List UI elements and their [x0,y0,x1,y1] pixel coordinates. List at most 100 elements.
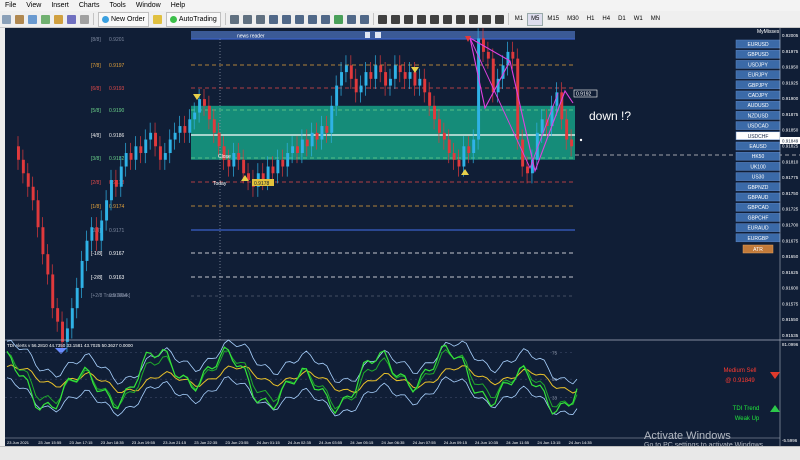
chart-shift-icon[interactable] [307,14,317,24]
fib-price-2: 0.9193 [109,86,125,92]
menu-insert[interactable]: Insert [46,0,74,11]
candle-body [31,186,35,201]
candle-body [418,78,422,86]
horizontal-line-icon[interactable] [416,14,426,24]
candle-chart-icon[interactable] [242,14,252,24]
chart-canvas[interactable]: news reader[8/8] 0.9201[7/8] 0.9197[6/8] 0.… [5,28,800,446]
candle-body [447,139,451,154]
timeframe-d1[interactable]: D1 [614,13,630,26]
profiles-icon[interactable] [15,14,24,24]
candle-body [369,72,373,79]
candle-body [291,146,295,154]
candle-body [349,65,353,79]
periods-icon[interactable] [346,14,356,24]
fib-label-1: [7/8] [91,63,101,69]
candle-body [242,159,246,174]
candle-body [114,180,118,187]
news-reader-minimize-icon[interactable] [365,32,370,38]
candle-body [467,146,471,154]
candle-body [124,153,128,167]
timeframe-h1[interactable]: H1 [583,13,599,26]
menu-help[interactable]: Help [166,0,190,11]
bar-chart-icon[interactable] [229,14,239,24]
candle-body [129,153,133,160]
candle-body [344,65,348,73]
zoom-out-icon[interactable] [281,14,291,24]
timeframe-w1[interactable]: W1 [630,13,647,26]
templates-icon[interactable] [359,14,369,24]
fib-price-11: 0.91604 [109,293,127,299]
candle-body [408,72,412,79]
medium-sell-price: @ 0.91849 [725,378,755,384]
fibonacci-icon[interactable] [455,14,465,24]
indicators-icon[interactable] [333,14,343,24]
candle-body [286,153,290,167]
data-window-icon[interactable] [41,14,50,24]
symbol-label-audusd: AUDUSD [747,103,769,109]
vertical-line-icon[interactable] [403,14,413,24]
arrows-icon[interactable] [494,14,504,24]
time-axis-label: 24 Jun 11:55 [506,440,530,445]
candle-body [462,146,466,167]
candle-body [281,159,285,167]
candle-body [330,105,334,133]
fib-label-0: [8/8] [91,37,101,43]
candle-body [41,227,45,255]
text-tool-icon[interactable] [468,14,478,24]
price-axis-label: 0.91600 [782,286,799,291]
candle-body [154,132,157,147]
tdi-axis-top: 81.0996 [782,342,799,347]
timeframe-m30[interactable]: M30 [563,13,583,26]
timeframe-mn[interactable]: MN [647,13,664,26]
price-axis-label: 0.91575 [782,301,799,306]
trendline-icon[interactable] [429,14,439,24]
time-axis-label: 23 Jun 22:35 [194,440,218,445]
today-price-text: 0.9178 [254,181,270,187]
symbol-label-cadjpy: CADJPY [748,93,768,99]
new-chart-icon[interactable] [2,14,11,24]
candle-body [472,139,476,154]
candle-body [158,146,162,160]
menu-view[interactable]: View [21,0,46,11]
timeframe-h4[interactable]: H4 [598,13,614,26]
news-reader-close-icon[interactable] [375,32,381,38]
new-order-button[interactable]: New Order [98,11,149,27]
menu-charts[interactable]: Charts [74,0,105,11]
price-axis-label: 0.91550 [782,317,799,322]
label-tool-icon[interactable] [481,14,491,24]
candle-body [95,227,99,241]
fib-label-5: [3/8] [91,156,101,162]
chart-window[interactable]: news reader [8/8] 0.9201 [7/8] 0.9197 [6/8] 0.… [5,28,800,446]
tester-icon[interactable] [80,14,89,24]
price-axis-label: 0.91725 [782,207,799,212]
meta-editor-icon[interactable] [152,14,162,24]
candle-body [119,166,123,187]
candle-body [276,159,280,174]
candle-body [56,308,60,322]
timeframe-m15[interactable]: M15 [543,13,563,26]
auto-scroll-icon[interactable] [320,14,330,24]
candle-body [310,132,314,147]
candle-body [300,139,304,154]
tile-windows-icon[interactable] [294,14,304,24]
zoom-in-icon[interactable] [268,14,278,24]
price-axis-label: 0.91675 [782,238,799,243]
market-watch-icon[interactable] [28,14,37,24]
menu-file[interactable]: File [0,0,21,11]
autotrading-button[interactable]: AutoTrading [165,11,221,27]
line-chart-icon[interactable] [255,14,265,24]
candle-body [413,72,417,86]
cursor-icon[interactable] [377,14,387,24]
crosshair-icon[interactable] [390,14,400,24]
time-axis-label: 24 Jun 07:55 [413,440,437,445]
menu-window[interactable]: Window [131,0,166,11]
channel-icon[interactable] [442,14,452,24]
candle-body [163,153,167,160]
symbol-label-gbpcad: GBPCAD [747,205,769,211]
navigator-icon[interactable] [54,14,63,24]
time-axis-label: 23 Jun 23:55 [225,440,249,445]
menu-tools[interactable]: Tools [104,0,130,11]
timeframe-m5[interactable]: M5 [527,12,544,26]
timeframe-m1[interactable]: M1 [511,13,527,26]
terminal-icon[interactable] [67,14,76,24]
